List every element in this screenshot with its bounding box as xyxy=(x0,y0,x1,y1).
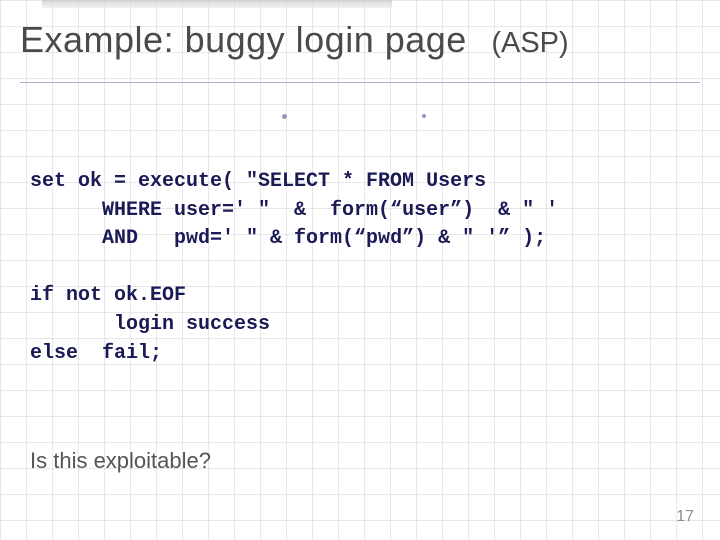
slide-question: Is this exploitable? xyxy=(30,448,211,474)
code-line: WHERE user=' " & form(“user”) & " ' xyxy=(30,199,558,222)
title-asp: (ASP) xyxy=(477,27,568,59)
slide-title: Example: buggy login page (ASP) xyxy=(20,20,700,83)
code-line: else fail; xyxy=(30,342,162,365)
underline-dot-icon xyxy=(422,114,426,118)
code-block: set ok = execute( "SELECT * FROM Users W… xyxy=(30,168,700,368)
underline-dot-icon xyxy=(282,114,287,119)
top-shadow-decoration xyxy=(42,0,392,8)
code-line: AND pwd=' " & form(“pwd”) & " '” ); xyxy=(30,227,546,250)
slide: Example: buggy login page (ASP) set ok =… xyxy=(0,0,720,540)
page-number: 17 xyxy=(676,508,694,526)
title-main: Example: buggy login page xyxy=(20,19,467,60)
code-line: if not ok.EOF xyxy=(30,284,186,307)
code-line: login success xyxy=(30,313,270,336)
code-line: set ok = execute( "SELECT * FROM Users xyxy=(30,170,486,193)
